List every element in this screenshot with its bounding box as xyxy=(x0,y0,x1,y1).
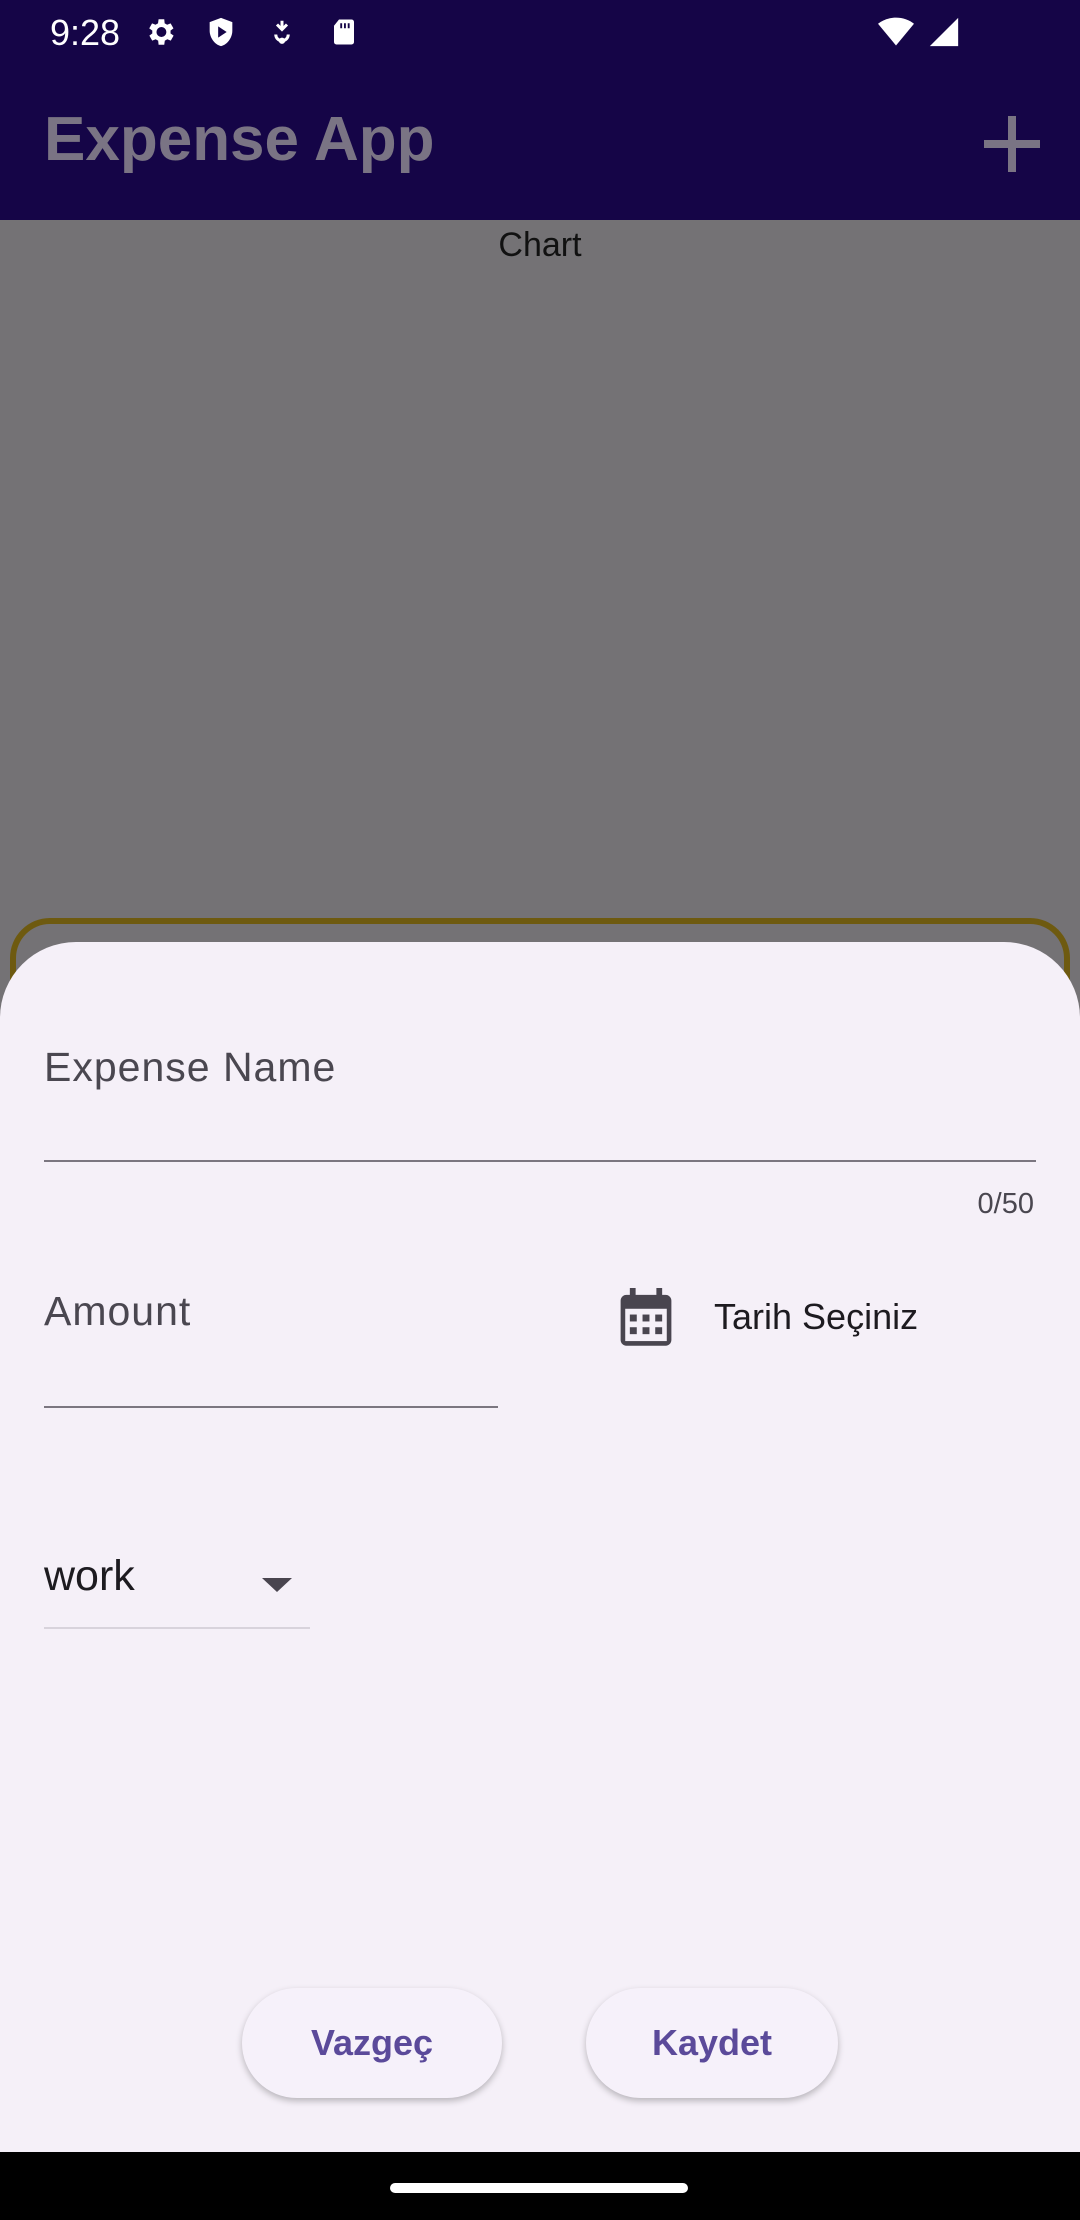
add-icon xyxy=(984,116,1040,172)
amount-input[interactable] xyxy=(44,1272,498,1402)
chevron-down-icon xyxy=(262,1578,292,1592)
expense-name-underline xyxy=(44,1160,1036,1162)
app-bar: Expense App xyxy=(0,66,1080,220)
app-title: Expense App xyxy=(44,105,435,174)
status-bar: 9:28 xyxy=(0,0,1080,66)
sd-card-icon xyxy=(326,14,362,50)
chart-title: Chart xyxy=(498,226,582,264)
gear-icon xyxy=(142,14,178,50)
wifi-icon xyxy=(878,14,914,50)
signal-icon xyxy=(926,14,962,50)
home-indicator[interactable] xyxy=(390,2183,688,2193)
shield-play-icon xyxy=(203,14,239,50)
cancel-button[interactable]: Vazgeç xyxy=(242,1988,502,2098)
category-underline xyxy=(44,1627,310,1629)
expense-name-input[interactable] xyxy=(44,1032,1036,1152)
expense-name-counter: 0/50 xyxy=(977,1188,1034,1220)
save-button[interactable]: Kaydet xyxy=(586,1988,838,2098)
add-expense-sheet: Expense Name 0/50 Amount Tarih Seçiniz w… xyxy=(0,942,1080,2152)
add-expense-button[interactable] xyxy=(976,108,1048,180)
status-time: 9:28 xyxy=(50,12,121,53)
select-date-label[interactable]: Tarih Seçiniz xyxy=(714,1296,918,1338)
amount-underline xyxy=(44,1406,498,1408)
calendar-icon[interactable] xyxy=(618,1288,674,1353)
category-dropdown[interactable]: work xyxy=(44,1552,310,1628)
category-value: work xyxy=(44,1552,135,1600)
usb-icon xyxy=(264,14,300,50)
